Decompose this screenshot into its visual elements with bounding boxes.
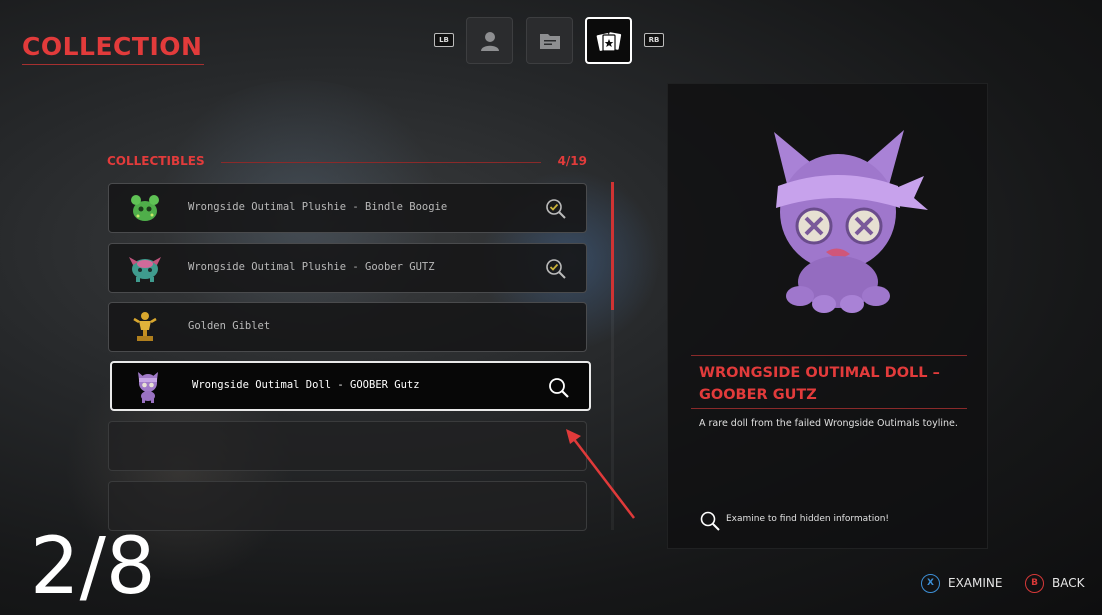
examine-icon bbox=[549, 378, 569, 398]
lb-hint[interactable]: LB bbox=[434, 33, 454, 47]
title-underline bbox=[22, 64, 204, 65]
collectible-item[interactable]: Wrongside Outimal Plushie - Goober GUTZ bbox=[108, 243, 587, 293]
purple-doll-icon bbox=[138, 372, 158, 403]
examined-check-icon bbox=[546, 199, 566, 219]
empty-slot bbox=[108, 421, 587, 471]
section-label: COLLECTIBLES bbox=[107, 154, 205, 168]
step-counter: 2/8 bbox=[30, 522, 156, 612]
page-title: COLLECTION bbox=[22, 32, 203, 61]
folder-icon bbox=[539, 33, 560, 49]
examine-label: EXAMINE bbox=[948, 576, 1003, 590]
item-name: WRONGSIDE OUTIMAL DOLL – GOOBER GUTZ bbox=[699, 365, 940, 403]
detail-divider bbox=[691, 355, 967, 356]
examine-hint: Examine to find hidden information! bbox=[726, 514, 890, 524]
rb-hint[interactable]: RB bbox=[644, 33, 664, 47]
item-label: Wrongside Outimal Plushie - Bindle Boogi… bbox=[188, 201, 448, 213]
item-label: Golden Giblet bbox=[188, 320, 271, 332]
golden-trophy-icon bbox=[133, 312, 157, 341]
back-label: BACK bbox=[1052, 576, 1085, 590]
b-button-icon: B bbox=[1025, 573, 1044, 593]
back-prompt[interactable]: B BACK bbox=[1025, 573, 1084, 593]
detail-divider bbox=[691, 408, 967, 409]
collectible-item[interactable]: Golden Giblet bbox=[108, 302, 587, 352]
collectible-item[interactable]: Wrongside Outimal Plushie - Bindle Boogi… bbox=[108, 183, 587, 233]
collectibles-header: COLLECTIBLES 4/19 bbox=[107, 154, 587, 170]
goober-gutz-doll-image bbox=[774, 130, 928, 313]
x-button-icon: X bbox=[921, 573, 940, 593]
tab-collection[interactable] bbox=[585, 17, 632, 64]
detail-panel: WRONGSIDE OUTIMAL DOLL – GOOBER GUTZ A r… bbox=[667, 83, 988, 549]
section-divider bbox=[221, 162, 541, 163]
collectible-cards-icon bbox=[596, 31, 621, 52]
collectible-item-selected[interactable]: Wrongside Outimal Doll - GOOBER Gutz bbox=[110, 361, 591, 411]
item-label: Wrongside Outimal Doll - GOOBER Gutz bbox=[192, 379, 420, 391]
item-label: Wrongside Outimal Plushie - Goober GUTZ bbox=[188, 261, 435, 273]
tab-profile[interactable] bbox=[466, 17, 513, 64]
examined-check-icon bbox=[546, 259, 566, 279]
examine-hint-icon bbox=[700, 511, 720, 531]
scrollbar-thumb[interactable] bbox=[611, 182, 614, 310]
profile-icon bbox=[480, 31, 499, 51]
green-plushie-icon bbox=[131, 195, 159, 221]
item-description: A rare doll from the failed Wrongside Ou… bbox=[699, 418, 958, 429]
teal-plushie-icon bbox=[129, 257, 161, 282]
tab-files[interactable] bbox=[526, 17, 573, 64]
collectibles-count: 4/19 bbox=[557, 154, 587, 168]
annotation-arrow bbox=[566, 429, 635, 519]
empty-slot bbox=[108, 481, 587, 531]
examine-prompt[interactable]: X EXAMINE bbox=[921, 573, 1002, 593]
